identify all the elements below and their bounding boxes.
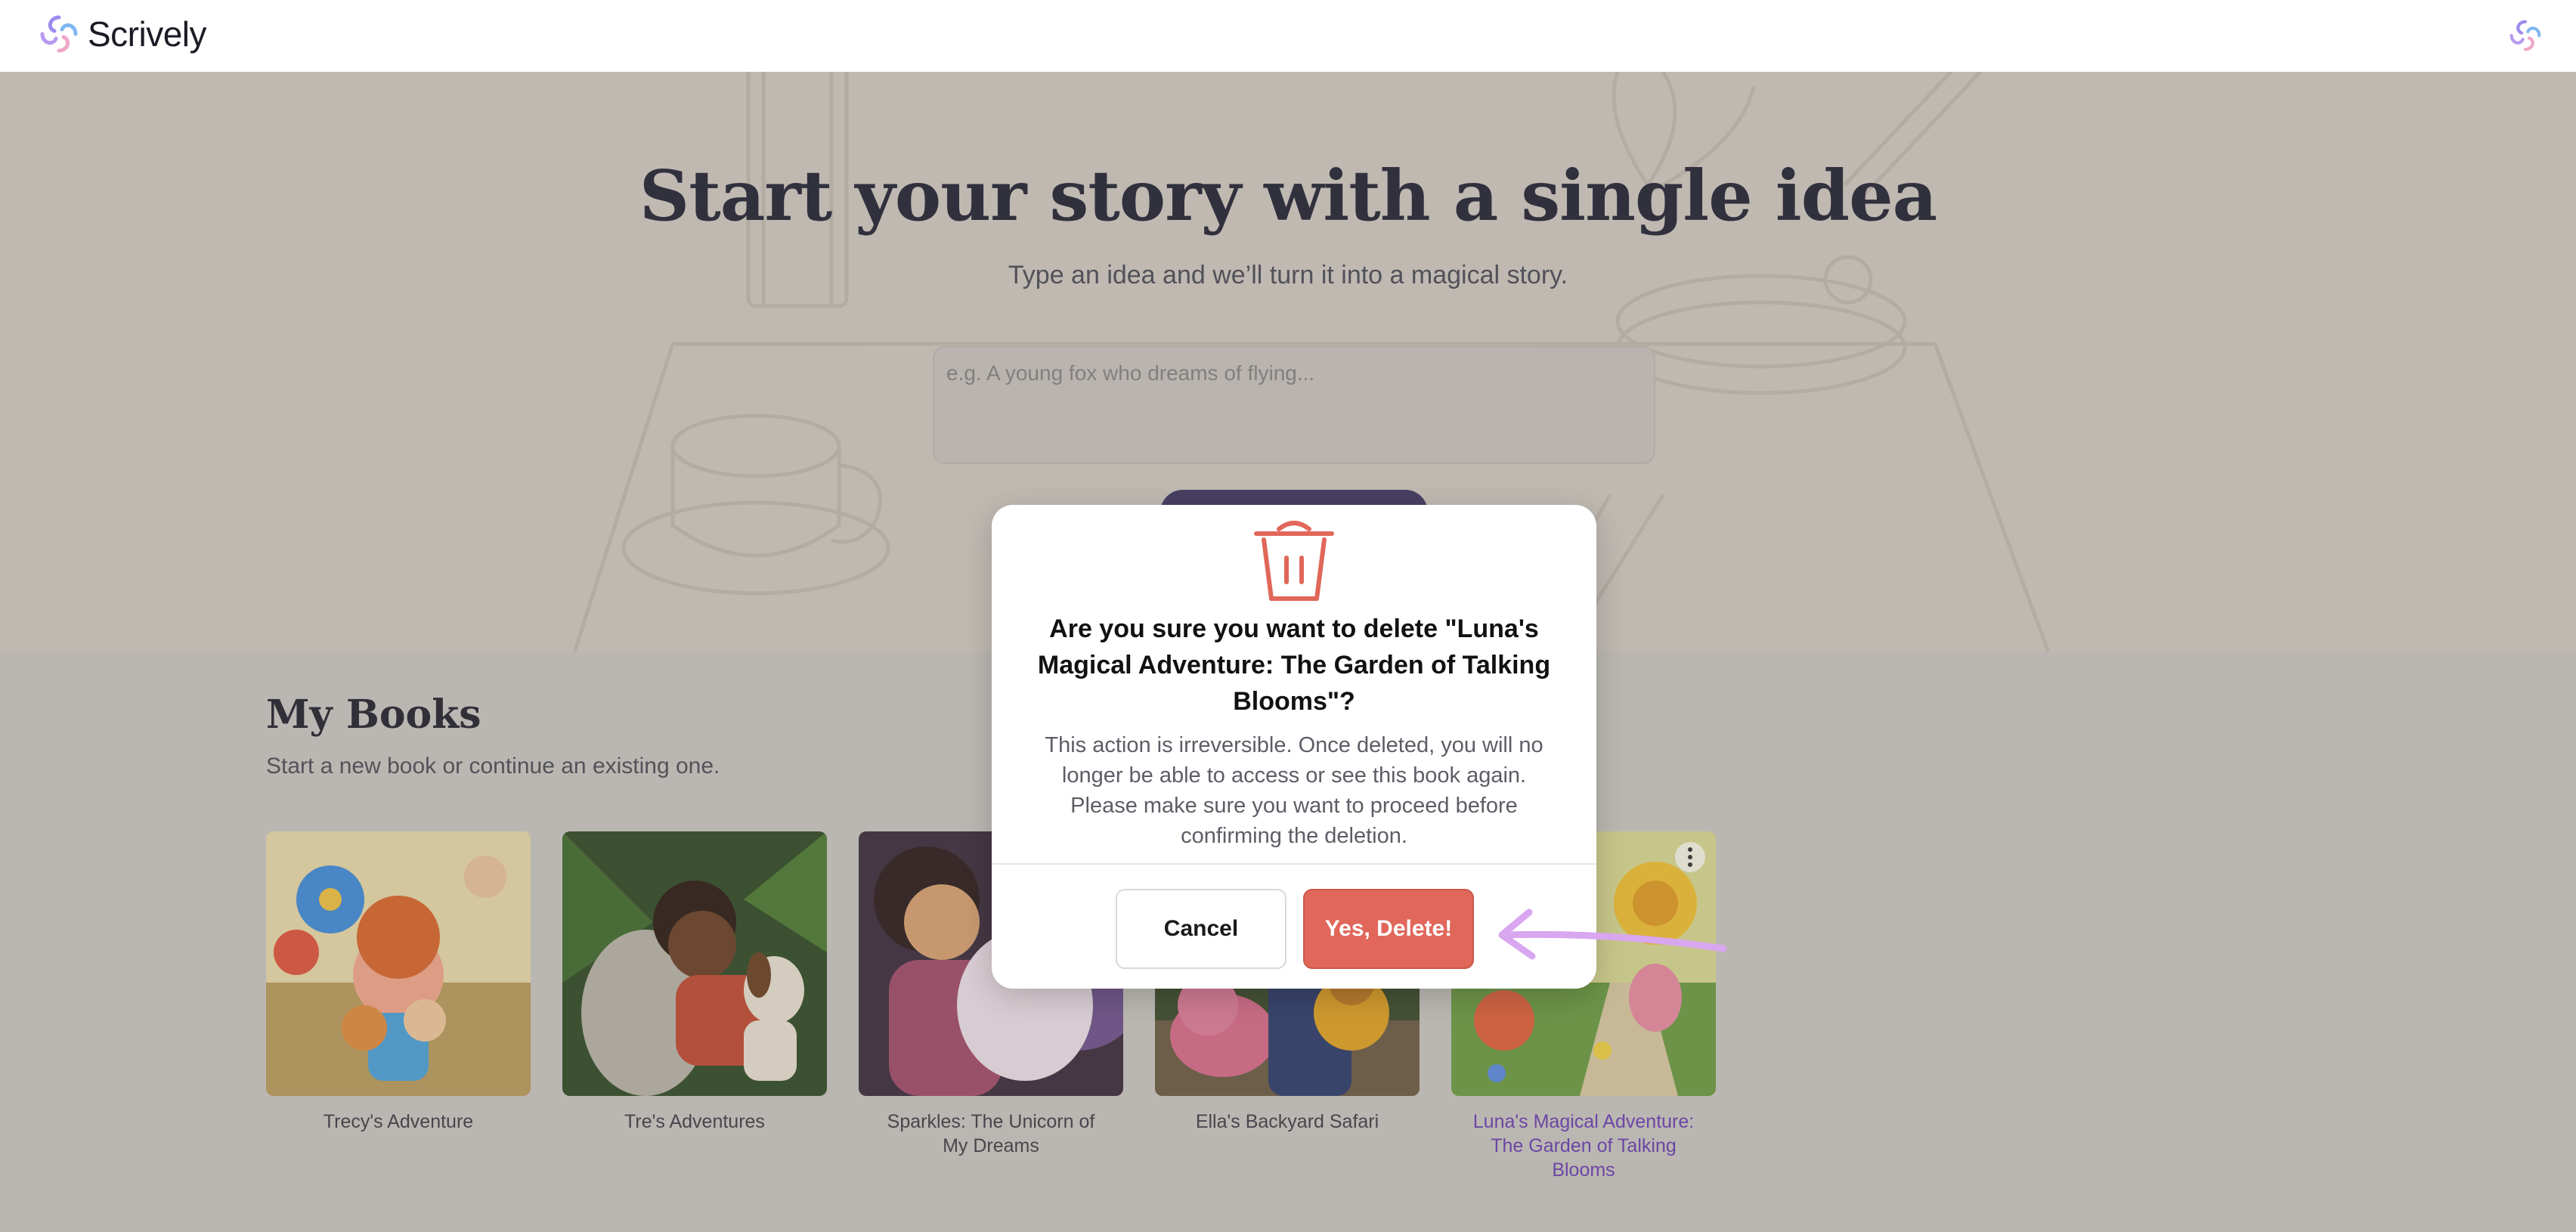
account-avatar-icon[interactable] [2506, 17, 2544, 54]
dialog-divider [992, 863, 1596, 865]
app-name: Scrively [88, 14, 207, 54]
dialog-message: This action is irreversible. Once delete… [1045, 733, 1543, 848]
confirm-delete-button[interactable]: Yes, Delete! [1303, 889, 1474, 969]
scrively-logo-icon [40, 15, 78, 53]
app-logo[interactable]: Scrively [36, 11, 207, 57]
dialog-title: Are you sure you want to delete "Luna's … [1037, 614, 1551, 716]
annotation-arrow-icon [1498, 909, 1727, 960]
cancel-button[interactable]: Cancel [1116, 889, 1286, 969]
top-navbar: Scrively [0, 0, 2576, 72]
trash-icon [1254, 521, 1334, 601]
